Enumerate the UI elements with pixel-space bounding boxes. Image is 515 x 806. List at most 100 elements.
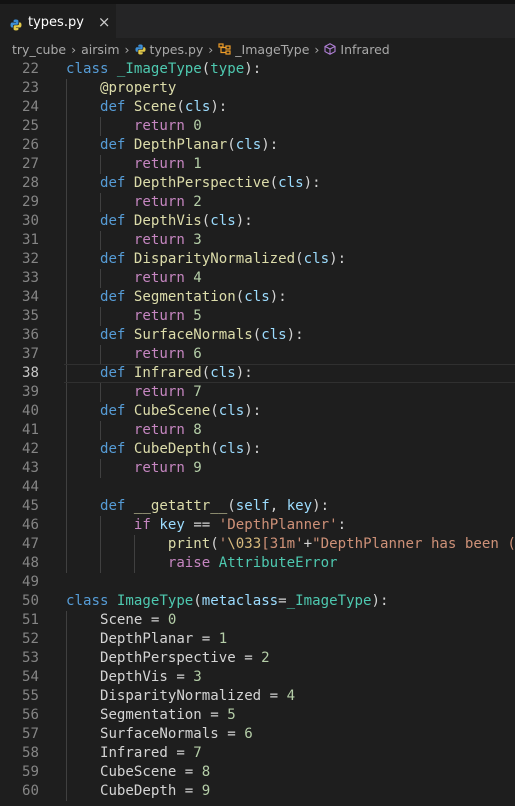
code-token: ( xyxy=(210,441,219,457)
code-line[interactable]: 22 class _ImageType(type): xyxy=(0,60,515,79)
code-line[interactable]: 29 return 2 xyxy=(0,193,515,212)
breadcrumb-item-infrared[interactable]: Infrared xyxy=(340,42,389,57)
code-line[interactable]: 25 return 0 xyxy=(0,117,515,136)
code-line[interactable]: 36 def SurfaceNormals(cls): xyxy=(0,326,515,345)
code-line[interactable]: 38 def Infrared(cls): xyxy=(0,364,515,383)
code-token: ( xyxy=(201,61,211,77)
code-line[interactable]: 51 Scene = 0 xyxy=(0,611,515,630)
code-line[interactable]: 41 return 8 xyxy=(0,421,515,440)
code-token: def xyxy=(99,175,134,191)
code-editor[interactable]: 22 class _ImageType(type): 23 @property 24 … xyxy=(0,60,515,801)
code-line[interactable]: 48 raise AttributeError xyxy=(0,554,515,573)
code-token: class xyxy=(66,61,117,77)
code-line[interactable]: 59 CubeScene = 8 xyxy=(0,763,515,782)
breadcrumb-item-try-cube[interactable]: try_cube xyxy=(12,42,66,57)
code-line[interactable]: 55 DisparityNormalized = 4 xyxy=(0,687,515,706)
code-line[interactable]: 44 xyxy=(0,478,515,497)
code-token: Infrared xyxy=(133,365,202,381)
code-line[interactable]: 33 return 4 xyxy=(0,269,515,288)
code-token: DepthPerspective = xyxy=(99,650,262,666)
code-token: SurfaceNormals = xyxy=(99,726,245,742)
code-token: CubeScene = xyxy=(99,764,202,780)
line-number: 46 xyxy=(22,517,39,533)
line-number: 47 xyxy=(22,536,39,552)
line-number: 24 xyxy=(22,99,39,115)
code-token: Scene xyxy=(133,99,177,115)
code-token: cls xyxy=(184,99,211,115)
code-token: cls xyxy=(278,175,304,191)
code-text: DepthPerspective = 2 xyxy=(66,649,270,668)
line-number: 22 xyxy=(22,61,39,77)
code-text: CubeDepth = 9 xyxy=(66,782,210,801)
code-line[interactable]: 45 def __getattr__(self, key): xyxy=(0,497,515,516)
code-token: class xyxy=(66,593,117,609)
code-line[interactable]: 39 return 7 xyxy=(0,383,515,402)
code-token: DisparityNormalized xyxy=(133,251,296,267)
code-text: return 4 xyxy=(66,269,202,288)
code-token: def xyxy=(99,365,134,381)
code-token: 3 xyxy=(193,669,202,685)
code-text: def DepthPerspective(cls): xyxy=(66,174,321,193)
breadcrumb: try_cube › airsim › types.py › _ImageTyp… xyxy=(0,38,515,60)
code-line[interactable]: 26 def DepthPlanar(cls): xyxy=(0,136,515,155)
line-number: 32 xyxy=(22,251,39,267)
line-number: 33 xyxy=(22,270,39,286)
code-line[interactable]: 47 print('\033[31m'+"DepthPlanner has be… xyxy=(0,535,515,554)
code-line[interactable]: 35 return 5 xyxy=(0,307,515,326)
code-token: ): xyxy=(244,61,262,77)
code-token: ): xyxy=(235,365,253,381)
code-token: ( xyxy=(210,536,219,552)
code-token: 9 xyxy=(193,460,202,476)
code-line[interactable]: 53 DepthPerspective = 2 xyxy=(0,649,515,668)
code-token: ): xyxy=(261,137,279,153)
code-line[interactable]: 60 CubeDepth = 9 xyxy=(0,782,515,801)
code-token: if xyxy=(133,517,160,533)
code-line[interactable]: 27 return 1 xyxy=(0,155,515,174)
code-token: DisparityNormalized = xyxy=(99,688,287,704)
code-line[interactable]: 30 def DepthVis(cls): xyxy=(0,212,515,231)
code-line[interactable]: 58 Infrared = 7 xyxy=(0,744,515,763)
breadcrumb-item-imagetype[interactable]: _ImageType xyxy=(235,42,309,57)
code-token: def xyxy=(99,498,134,514)
method-cube-icon xyxy=(324,42,336,57)
code-token: ( xyxy=(269,175,279,191)
code-line[interactable]: 50 class ImageType(metaclass=_ImageType): xyxy=(0,592,515,611)
code-line[interactable]: 54 DepthVis = 3 xyxy=(0,668,515,687)
code-token: ): xyxy=(235,213,253,229)
code-line[interactable]: 52 DepthPlanar = 1 xyxy=(0,630,515,649)
code-token: Scene = xyxy=(99,612,168,628)
code-text: class ImageType(metaclass=_ImageType): xyxy=(66,592,389,611)
code-line[interactable]: 46 if key == 'DepthPlanner': xyxy=(0,516,515,535)
line-number: 49 xyxy=(22,574,39,590)
code-text: def SurfaceNormals(cls): xyxy=(66,326,304,345)
code-token: AttributeError xyxy=(218,555,338,571)
code-line[interactable]: 57 SurfaceNormals = 6 xyxy=(0,725,515,744)
code-line[interactable]: 43 return 9 xyxy=(0,459,515,478)
code-line[interactable]: 56 Segmentation = 5 xyxy=(0,706,515,725)
code-line[interactable]: 24 def Scene(cls): xyxy=(0,98,515,117)
breadcrumb-item-airsim[interactable]: airsim xyxy=(81,42,119,57)
code-line[interactable]: 49 xyxy=(0,573,515,592)
code-text: def __getattr__(self, key): xyxy=(66,497,329,516)
breadcrumb-item-types-py[interactable]: types.py xyxy=(150,42,204,57)
code-line[interactable]: 40 def CubeScene(cls): xyxy=(0,402,515,421)
python-file-icon xyxy=(135,42,146,57)
code-line[interactable]: 31 return 3 xyxy=(0,231,515,250)
code-line[interactable]: 23 @property xyxy=(0,79,515,98)
code-line[interactable]: 42 def CubeDepth(cls): xyxy=(0,440,515,459)
code-text: return 5 xyxy=(66,307,202,326)
code-line[interactable]: 34 def Segmentation(cls): xyxy=(0,288,515,307)
line-number: 29 xyxy=(22,194,39,210)
close-tab-icon[interactable]: × xyxy=(98,13,111,31)
tab-types-py[interactable]: types.py × xyxy=(0,4,116,39)
tab-filename: types.py xyxy=(28,14,84,30)
code-token: Segmentation = xyxy=(99,707,228,723)
code-token: cls xyxy=(235,137,262,153)
code-line[interactable]: 32 def DisparityNormalized(cls): xyxy=(0,250,515,269)
code-line[interactable]: 28 def DepthPerspective(cls): xyxy=(0,174,515,193)
code-token: ( xyxy=(227,137,236,153)
code-text: Segmentation = 5 xyxy=(66,706,236,725)
line-number: 58 xyxy=(22,745,39,761)
code-line[interactable]: 37 return 6 xyxy=(0,345,515,364)
